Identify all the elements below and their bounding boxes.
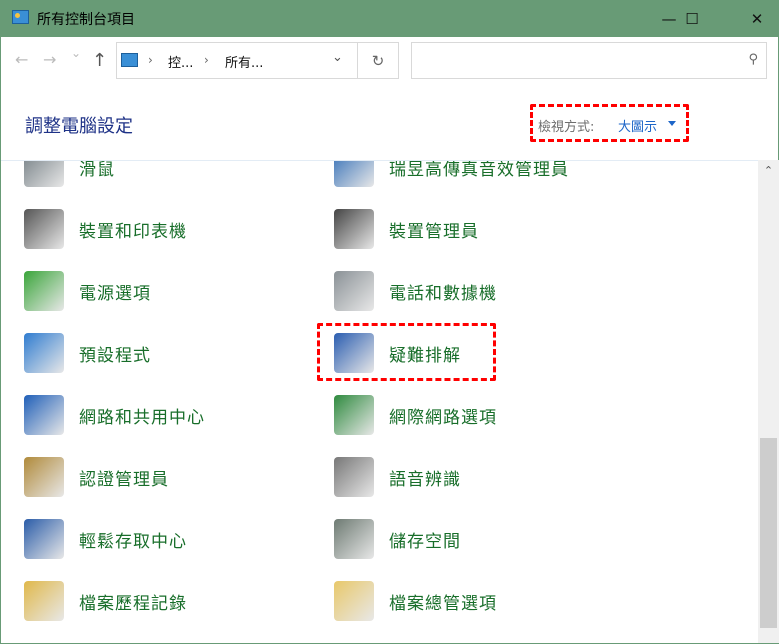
- list-item-label: 網際網路選項: [389, 407, 497, 428]
- view-by-control[interactable]: 檢視方式: 大圖示: [530, 104, 689, 142]
- chevron-down-icon[interactable]: [668, 121, 676, 126]
- list-item-label: 檔案歷程記錄: [79, 593, 187, 614]
- list-item-label: 檔案總管選項: [389, 593, 497, 614]
- back-button[interactable]: ←: [15, 50, 28, 69]
- window-title: 所有控制台項目: [37, 12, 135, 28]
- internet-options-icon: [334, 395, 374, 435]
- close-button[interactable]: ✕: [734, 0, 779, 37]
- default-programs-icon: [24, 333, 64, 373]
- list-item-label: 網路和共用中心: [79, 407, 205, 428]
- address-dropdown-button[interactable]: ⌄: [332, 50, 343, 65]
- mouse-icon: [24, 161, 64, 187]
- maximize-button[interactable]: ☐: [669, 0, 715, 37]
- list-item-label: 裝置管理員: [389, 221, 479, 242]
- network-center-icon: [24, 395, 64, 435]
- list-item[interactable]: 電源選項: [24, 271, 151, 311]
- list-item[interactable]: 電話和數據機: [334, 271, 497, 311]
- list-item[interactable]: 網路和共用中心: [24, 395, 205, 435]
- folder-options-icon: [334, 581, 374, 621]
- list-item-label: 電話和數據機: [389, 283, 497, 304]
- recent-locations-button[interactable]: ⌄: [71, 46, 81, 60]
- up-button[interactable]: ↑: [92, 50, 107, 71]
- list-item-label: 儲存空間: [389, 531, 461, 552]
- device-manager-icon: [334, 209, 374, 249]
- list-item[interactable]: 預設程式: [24, 333, 151, 373]
- highlight-troubleshooting: [317, 323, 496, 381]
- printer-icon: [24, 209, 64, 249]
- breadcrumb-all-items[interactable]: 所有...: [225, 52, 263, 71]
- list-item[interactable]: 認證管理員: [24, 457, 169, 497]
- phone-modem-icon: [334, 271, 374, 311]
- list-item-label: 輕鬆存取中心: [79, 531, 187, 552]
- items-list: 滑鼠 瑞昱高傳真音效管理員 裝置和印表機 裝置管理員 電源選項 電話和數據機 預設程式 疑難排…: [1, 160, 758, 643]
- page-title: 調整電腦設定: [25, 116, 133, 137]
- list-item[interactable]: 檔案歷程記錄: [24, 581, 187, 621]
- list-item-label: 瑞昱高傳真音效管理員: [389, 160, 569, 180]
- search-icon[interactable]: ⚲: [748, 52, 758, 67]
- breadcrumb-separator: ›: [204, 53, 209, 67]
- list-item-label: 預設程式: [79, 345, 151, 366]
- view-by-dropdown[interactable]: 大圖示: [618, 116, 657, 135]
- credential-manager-icon: [24, 457, 64, 497]
- breadcrumb-separator: ›: [148, 53, 153, 67]
- list-item[interactable]: 語音辨識: [334, 457, 461, 497]
- view-by-label: 檢視方式:: [538, 120, 595, 135]
- list-item[interactable]: 裝置和印表機: [24, 209, 187, 249]
- vertical-scrollbar[interactable]: ⌃: [758, 160, 779, 643]
- list-item-label: 滑鼠: [79, 160, 115, 180]
- search-input[interactable]: ⚲: [411, 42, 767, 79]
- list-item-label: 認證管理員: [79, 469, 169, 490]
- list-item[interactable]: 瑞昱高傳真音效管理員: [334, 160, 569, 187]
- scroll-up-button[interactable]: ⌃: [758, 164, 779, 177]
- list-item[interactable]: 檔案總管選項: [334, 581, 497, 621]
- refresh-button[interactable]: ↻: [357, 43, 398, 78]
- list-item-label: 電源選項: [79, 283, 151, 304]
- list-item-label: 語音辨識: [389, 469, 461, 490]
- list-item[interactable]: 儲存空間: [334, 519, 461, 559]
- address-bar[interactable]: › 控... › 所有... ⌄ ↻: [116, 42, 399, 79]
- title-bar: 所有控制台項目 — ☐ ✕: [1, 0, 779, 37]
- list-item[interactable]: 輕鬆存取中心: [24, 519, 187, 559]
- storage-spaces-icon: [334, 519, 374, 559]
- ease-of-access-icon: [24, 519, 64, 559]
- list-item[interactable]: 滑鼠: [24, 160, 115, 187]
- scrollbar-thumb[interactable]: [760, 438, 777, 628]
- file-history-icon: [24, 581, 64, 621]
- list-item[interactable]: 網際網路選項: [334, 395, 497, 435]
- realtek-audio-icon: [334, 161, 374, 187]
- power-options-icon: [24, 271, 64, 311]
- microphone-icon: [334, 457, 374, 497]
- list-item[interactable]: 裝置管理員: [334, 209, 479, 249]
- breadcrumb-control-panel[interactable]: 控...: [168, 52, 193, 71]
- control-panel-icon: [121, 53, 138, 67]
- list-item-label: 裝置和印表機: [79, 221, 187, 242]
- control-panel-window: 所有控制台項目 — ☐ ✕ ← → ⌄ ↑ › 控... › 所有... ⌄ ↻…: [0, 0, 779, 644]
- forward-button[interactable]: →: [43, 50, 56, 69]
- control-panel-icon: [12, 10, 29, 24]
